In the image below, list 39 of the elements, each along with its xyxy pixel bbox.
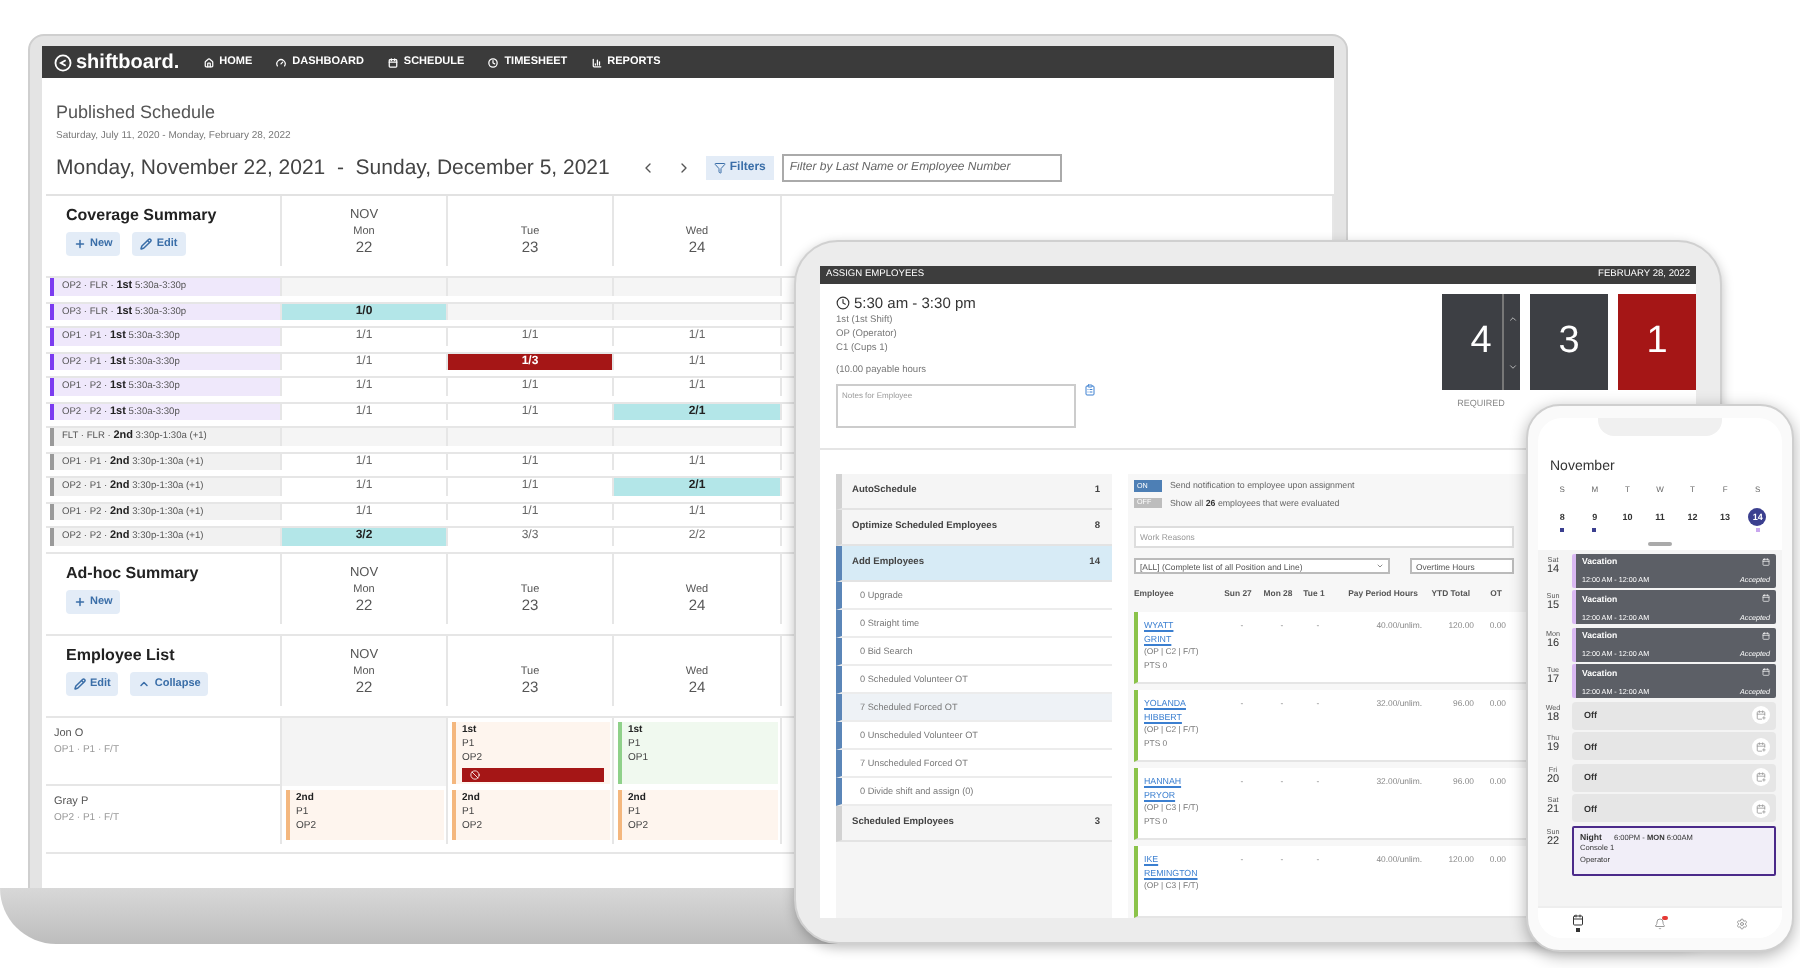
week-range: Monday, November 22, 2021 - Sunday, December 5, 2021 [56,155,610,181]
chevron-up-icon [138,677,151,689]
calendar-plus-icon[interactable] [1752,768,1770,786]
section-title: Ad-hoc Summary [66,563,201,581]
calendar-icon [1572,914,1585,926]
clock-icon [836,296,850,310]
clock-icon [488,57,499,67]
calendar-icon [387,57,398,67]
logo: shiftboard. [54,51,180,73]
clipboard-icon[interactable] [1084,384,1096,396]
count-tile: 4 [1442,294,1520,390]
plus-icon [74,238,86,250]
pencil-icon [74,677,86,689]
bar-chart-icon [591,57,602,67]
pencil-icon [140,238,153,250]
calendar-plus-icon[interactable] [1752,706,1770,724]
plus-icon [74,595,86,607]
calendar-icon [1762,631,1770,639]
gauge-icon [276,57,287,67]
stepper[interactable] [1502,294,1520,390]
count-tile: 1 [1618,294,1696,390]
calendar-icon [1762,557,1770,565]
bell-icon [1653,917,1666,929]
filter-icon [713,162,726,174]
calendar-icon [1762,668,1770,676]
calendar-plus-icon[interactable] [1752,799,1770,817]
home-icon [203,57,214,67]
settings-icon [1735,917,1748,929]
chevron-down-icon [1507,361,1517,371]
calendar-plus-icon[interactable] [1752,737,1770,755]
chevron-up-icon [1507,313,1517,323]
section-title: Employee List [66,645,177,663]
tab-button[interactable] [1572,914,1585,932]
section-title: Coverage Summary [66,206,219,224]
count-tile: 3 [1530,294,1608,390]
page-title: Published Schedule [56,102,218,122]
calendar-icon [1762,594,1770,602]
ban-icon [470,769,480,779]
drag-handle[interactable] [1648,542,1672,545]
